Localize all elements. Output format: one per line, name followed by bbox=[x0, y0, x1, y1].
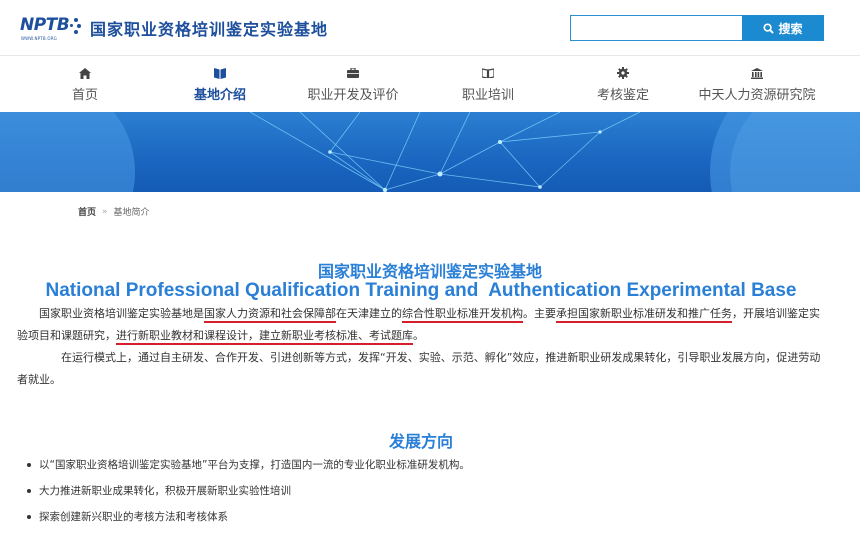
open-book-icon bbox=[480, 66, 496, 80]
nav-item-label: 职业培训 bbox=[461, 88, 514, 103]
breadcrumb-current: 基地简介 bbox=[113, 208, 150, 218]
search-icon bbox=[763, 22, 775, 34]
main-nav: 首页 基地介绍 职业开发及评价 职业培训 考核鉴定 中天人力资源研究院 bbox=[0, 55, 860, 112]
nav-item-training[interactable]: 职业培训 bbox=[452, 56, 524, 113]
logo-mark: NPTB WWW.NPTB.ORG bbox=[20, 14, 82, 42]
logo-subtext: WWW.NPTB.ORG bbox=[21, 36, 57, 41]
gear-icon bbox=[615, 66, 631, 80]
page-title: 国家职业资格培训鉴定实验基地 bbox=[317, 262, 542, 281]
hero-banner bbox=[0, 112, 860, 192]
nav-item-label: 职业开发及评价 bbox=[307, 88, 399, 103]
intro-paragraph: 国家职业资格培训鉴定实验基地是国家人力资源和社会保障部在天津建立的综合性职业标准… bbox=[17, 303, 827, 347]
nav-item-label: 中天人力资源研究院 bbox=[698, 88, 816, 103]
nav-item-assessment[interactable]: 考核鉴定 bbox=[588, 56, 658, 113]
home-icon bbox=[77, 66, 93, 80]
search-button[interactable]: 搜索 bbox=[742, 15, 824, 41]
intro-text: 在天津建立的 bbox=[336, 307, 402, 320]
nav-item-development[interactable]: 职业开发及评价 bbox=[298, 56, 408, 113]
book-icon bbox=[212, 66, 228, 80]
list-item: 以“国家职业资格培训鉴定实验基地”平台为支撑，打造国内一流的专业化职业标准研发机… bbox=[27, 452, 470, 478]
network-graphic-icon bbox=[0, 112, 860, 192]
breadcrumb: 首页 » 基地简介 bbox=[78, 205, 150, 219]
breadcrumb-separator: » bbox=[102, 206, 108, 217]
nav-item-label: 基地介绍 bbox=[193, 88, 246, 103]
list-item-text: 探索创建新兴职业的考核方法和考核体系 bbox=[39, 511, 228, 523]
nav-item-institute[interactable]: 中天人力资源研究院 bbox=[692, 56, 822, 113]
briefcase-icon bbox=[345, 66, 361, 80]
operation-paragraph: 在运行模式上，通过自主研发、合作开发、引进创新等方式，发挥“开发、实验、示范、孵… bbox=[17, 351, 821, 386]
logo-dots-icon bbox=[70, 18, 81, 36]
intro-text: 。主要 bbox=[523, 307, 556, 320]
site-title: 国家职业资格培训鉴定实验基地 bbox=[90, 20, 329, 39]
site-logo[interactable]: NPTB WWW.NPTB.ORG 国家职业资格培训鉴定实验基地 bbox=[20, 14, 328, 42]
logo-text: NPTB bbox=[20, 15, 70, 35]
list-item-text: 大力推进新职业成果转化，积极开展新职业实验性培训 bbox=[39, 485, 291, 497]
bullet-icon bbox=[27, 463, 31, 467]
bullet-icon bbox=[27, 489, 31, 493]
section-title-development: 发展方向 bbox=[388, 432, 453, 451]
page-title-english: National Professional Qualification Trai… bbox=[45, 280, 797, 301]
list-item: 探索创建新兴职业的考核方法和考核体系 bbox=[27, 504, 470, 530]
nav-item-home[interactable]: 首页 bbox=[55, 56, 115, 113]
list-item-text: 以“国家职业资格培训鉴定实验基地”平台为支撑，打造国内一流的专业化职业标准研发机… bbox=[39, 459, 470, 471]
site-header: NPTB WWW.NPTB.ORG 国家职业资格培训鉴定实验基地 搜索 bbox=[0, 0, 860, 55]
intro-text: 。 bbox=[413, 329, 424, 342]
search-bar: 搜索 bbox=[570, 15, 824, 41]
bullet-icon bbox=[27, 515, 31, 519]
development-list: 以“国家职业资格培训鉴定实验基地”平台为支撑，打造国内一流的专业化职业标准研发机… bbox=[27, 452, 470, 530]
search-button-label: 搜索 bbox=[778, 21, 803, 36]
nav-item-label: 考核鉴定 bbox=[596, 88, 649, 103]
list-item: 大力推进新职业成果转化，积极开展新职业实验性培训 bbox=[27, 478, 470, 504]
intro-text: 国家职业资格培训鉴定实验基地是 bbox=[39, 307, 204, 320]
institution-icon bbox=[749, 66, 765, 80]
highlight-text: 进行新职业教材和课程设计，建立新职业考核标准、考试题库 bbox=[116, 329, 413, 342]
search-input[interactable] bbox=[570, 15, 742, 41]
highlight-text: 承担国家新职业标准研发和推广任务 bbox=[556, 307, 732, 320]
breadcrumb-home-link[interactable]: 首页 bbox=[78, 205, 96, 218]
nav-item-label: 首页 bbox=[71, 88, 98, 103]
nav-item-about[interactable]: 基地介绍 bbox=[180, 56, 260, 113]
highlight-text: 综合性职业标准开发机构 bbox=[402, 307, 523, 320]
highlight-text: 国家人力资源和社会保障部 bbox=[204, 307, 336, 320]
